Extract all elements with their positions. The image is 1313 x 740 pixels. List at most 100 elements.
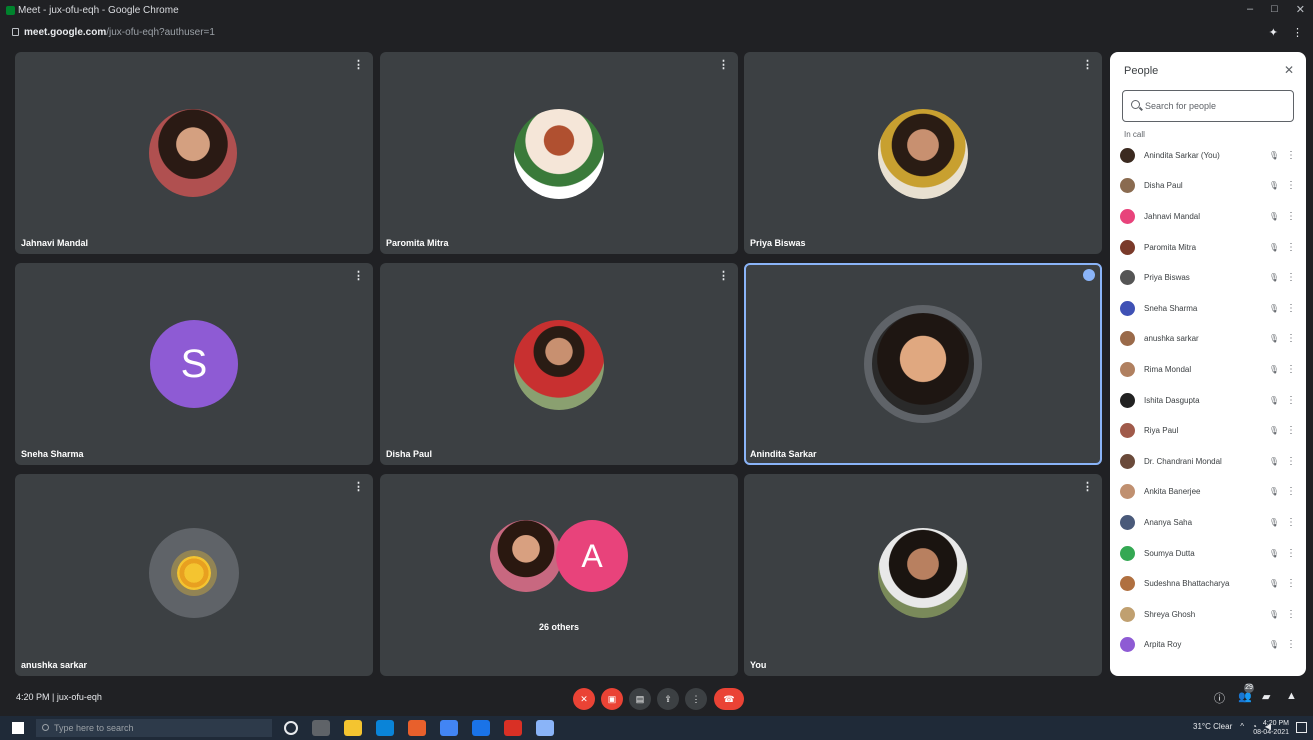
mic-muted-icon[interactable]: 🎙 bbox=[1266, 365, 1282, 374]
minimize-button[interactable]: – bbox=[1247, 3, 1253, 16]
more-options-icon[interactable]: ⋮ bbox=[353, 480, 364, 493]
video-tile[interactable]: ⋮ anushka sarkar bbox=[15, 474, 373, 676]
more-options-icon[interactable]: ⋮ bbox=[1282, 425, 1300, 436]
video-tile[interactable]: ⋮ Paromita Mitra bbox=[380, 52, 738, 254]
more-options-icon[interactable]: ⋮ bbox=[1082, 480, 1093, 493]
participant-list-item[interactable]: anushka sarkar 🎙 ⋮ bbox=[1120, 324, 1300, 355]
participant-list-item[interactable]: Disha Paul 🎙 ⋮ bbox=[1120, 171, 1300, 202]
weather-text[interactable]: 31°C Clear bbox=[1193, 722, 1232, 731]
task-view-icon[interactable] bbox=[312, 720, 330, 736]
taskbar-search-input[interactable]: Type here to search bbox=[36, 719, 272, 737]
activities-icon[interactable]: ▲ bbox=[1286, 690, 1297, 702]
participant-list-item[interactable]: Soumya Dutta 🎙 ⋮ bbox=[1120, 538, 1300, 569]
meet-window-icon[interactable] bbox=[536, 720, 554, 736]
cortana-icon[interactable] bbox=[284, 721, 298, 735]
menu-dots-icon[interactable]: ⋮ bbox=[1292, 26, 1303, 39]
more-options-icon[interactable]: ⋮ bbox=[353, 58, 364, 71]
video-tile-others[interactable]: A 26 others bbox=[380, 474, 738, 676]
participant-list-item[interactable]: Ishita Dasgupta 🎙 ⋮ bbox=[1120, 385, 1300, 416]
mic-muted-icon[interactable]: 🎙 bbox=[1266, 334, 1282, 343]
captions-button[interactable]: ▤ bbox=[629, 688, 651, 710]
mic-muted-icon[interactable]: 🎙 bbox=[1266, 640, 1282, 649]
more-options-icon[interactable]: ⋮ bbox=[718, 269, 729, 282]
notification-icon[interactable] bbox=[1296, 722, 1307, 733]
mic-muted-icon[interactable]: 🎙 bbox=[1266, 181, 1282, 190]
participant-list-item[interactable]: Jahnavi Mandal 🎙 ⋮ bbox=[1120, 201, 1300, 232]
camera-off-button[interactable]: ▣ bbox=[601, 688, 623, 710]
leave-call-button[interactable]: ☎ bbox=[714, 688, 744, 710]
more-options-icon[interactable]: ⋮ bbox=[1282, 333, 1300, 344]
chevron-up-icon[interactable]: ^ bbox=[1240, 722, 1244, 731]
more-options-icon[interactable]: ⋮ bbox=[1082, 58, 1093, 71]
mic-muted-icon[interactable]: 🎙 bbox=[1266, 151, 1282, 160]
app-icon[interactable] bbox=[472, 720, 490, 736]
url-text[interactable]: meet.google.com/jux-ofu-eqh?authuser=1 bbox=[24, 27, 215, 38]
more-options-icon[interactable]: ⋮ bbox=[1282, 456, 1300, 467]
participant-list-item[interactable]: Paromita Mitra 🎙 ⋮ bbox=[1120, 232, 1300, 263]
more-options-icon[interactable]: ⋮ bbox=[353, 269, 364, 282]
participant-list-item[interactable]: Priya Biswas 🎙 ⋮ bbox=[1120, 262, 1300, 293]
more-options-icon[interactable]: ⋮ bbox=[1282, 517, 1300, 528]
people-search-input[interactable]: Search for people bbox=[1122, 90, 1294, 122]
maximize-button[interactable]: □ bbox=[1271, 3, 1278, 16]
office-icon[interactable] bbox=[408, 720, 426, 736]
more-options-icon[interactable]: ⋮ bbox=[1282, 639, 1300, 650]
mic-muted-icon[interactable]: 🎙 bbox=[1266, 273, 1282, 282]
mic-muted-icon[interactable]: 🎙 bbox=[1266, 457, 1282, 466]
present-screen-button[interactable]: ⇪ bbox=[657, 688, 679, 710]
mic-muted-icon[interactable]: 🎙 bbox=[1266, 518, 1282, 527]
more-options-icon[interactable]: ⋮ bbox=[1282, 486, 1300, 497]
mic-muted-icon[interactable]: 🎙 bbox=[1266, 579, 1282, 588]
participant-list-item[interactable]: Anindita Sarkar (You) 🎙 ⋮ bbox=[1120, 140, 1300, 171]
close-window-button[interactable]: ✕ bbox=[1296, 3, 1305, 16]
more-options-icon[interactable]: ⋮ bbox=[718, 58, 729, 71]
participant-list-item[interactable]: Ananya Saha 🎙 ⋮ bbox=[1120, 507, 1300, 538]
participant-list-item[interactable]: Sudeshna Bhattacharya 🎙 ⋮ bbox=[1120, 568, 1300, 599]
file-explorer-icon[interactable] bbox=[344, 720, 362, 736]
mic-muted-icon[interactable]: 🎙 bbox=[1266, 212, 1282, 221]
participant-list-item[interactable]: Dr. Chandrani Mondal 🎙 ⋮ bbox=[1120, 446, 1300, 477]
participant-list-item[interactable]: Rima Mondal 🎙 ⋮ bbox=[1120, 354, 1300, 385]
extensions-icon[interactable]: ✦ bbox=[1269, 26, 1278, 39]
video-tile[interactable]: ⋮ S Sneha Sharma bbox=[15, 263, 373, 465]
participant-list-item[interactable]: Riya Paul 🎙 ⋮ bbox=[1120, 415, 1300, 446]
video-tile-self[interactable]: ⋮ You bbox=[744, 474, 1102, 676]
mic-muted-icon[interactable]: 🎙 bbox=[1266, 549, 1282, 558]
more-options-icon[interactable]: ⋮ bbox=[1282, 272, 1300, 283]
more-options-button[interactable]: ⋮ bbox=[685, 688, 707, 710]
participant-list-item[interactable]: Ankita Banerjee 🎙 ⋮ bbox=[1120, 477, 1300, 508]
chrome-icon[interactable] bbox=[440, 720, 458, 736]
app-icon[interactable] bbox=[504, 720, 522, 736]
mic-muted-icon[interactable]: 🎙 bbox=[1266, 243, 1282, 252]
edge-icon[interactable] bbox=[376, 720, 394, 736]
more-options-icon[interactable]: ⋮ bbox=[1282, 609, 1300, 620]
more-options-icon[interactable]: ⋮ bbox=[1282, 548, 1300, 559]
info-icon[interactable]: ⓘ bbox=[1214, 690, 1225, 706]
chat-icon[interactable]: ▰ bbox=[1262, 690, 1270, 703]
more-options-icon[interactable]: ⋮ bbox=[1282, 211, 1300, 222]
participant-list-item[interactable]: Sneha Sharma 🎙 ⋮ bbox=[1120, 293, 1300, 324]
windows-start-icon[interactable] bbox=[12, 722, 24, 734]
mic-muted-icon[interactable]: 🎙 bbox=[1266, 396, 1282, 405]
more-options-icon[interactable]: ⋮ bbox=[1282, 364, 1300, 375]
mic-muted-icon[interactable]: 🎙 bbox=[1266, 610, 1282, 619]
address-bar[interactable]: meet.google.com/jux-ofu-eqh?authuser=1 ✦… bbox=[0, 22, 1313, 44]
more-options-icon[interactable]: ⋮ bbox=[1282, 242, 1300, 253]
mic-muted-icon[interactable]: 🎙 bbox=[1266, 304, 1282, 313]
participant-list-item[interactable]: Shreya Ghosh 🎙 ⋮ bbox=[1120, 599, 1300, 630]
more-options-icon[interactable]: ⋮ bbox=[1282, 578, 1300, 589]
more-options-icon[interactable]: ⋮ bbox=[1282, 150, 1300, 161]
more-options-icon[interactable]: ⋮ bbox=[1282, 395, 1300, 406]
video-tile[interactable]: ⋮ Jahnavi Mandal bbox=[15, 52, 373, 254]
video-tile-active-speaker[interactable]: Anindita Sarkar bbox=[744, 263, 1102, 465]
video-tile[interactable]: ⋮ Priya Biswas bbox=[744, 52, 1102, 254]
close-icon[interactable]: ✕ bbox=[1284, 63, 1294, 77]
more-options-icon[interactable]: ⋮ bbox=[1282, 303, 1300, 314]
participant-list-item[interactable]: Arpita Roy 🎙 ⋮ bbox=[1120, 630, 1300, 661]
more-options-icon[interactable]: ⋮ bbox=[1282, 180, 1300, 191]
video-tile[interactable]: ⋮ Disha Paul bbox=[380, 263, 738, 465]
mic-muted-icon[interactable]: 🎙 bbox=[1266, 426, 1282, 435]
taskbar-clock[interactable]: 4:20 PM 08-04-2021 bbox=[1253, 719, 1289, 737]
mic-muted-icon[interactable]: 🎙 bbox=[1266, 487, 1282, 496]
mic-off-button[interactable]: ✕ bbox=[573, 688, 595, 710]
